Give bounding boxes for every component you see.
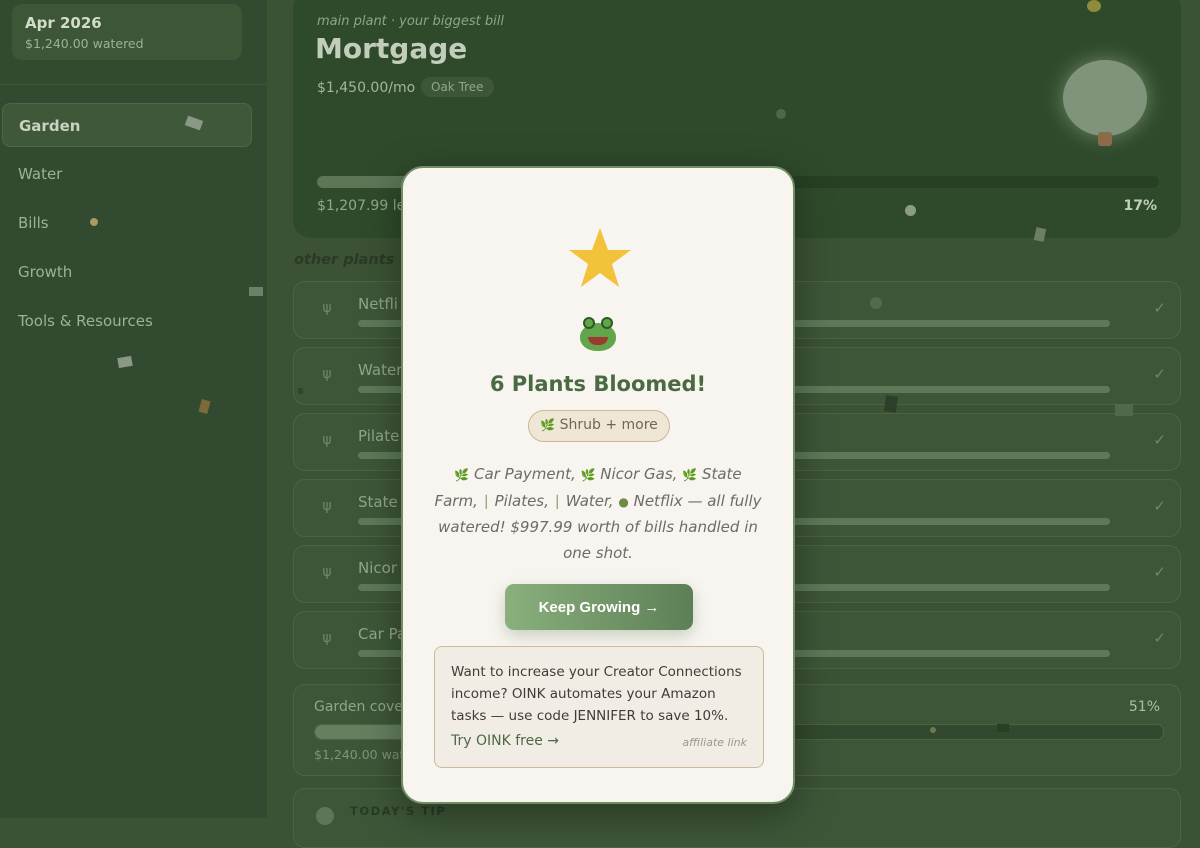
coverage-watered: $1,240.00 wat	[314, 747, 405, 762]
shrub-icon: 🌿	[580, 468, 596, 482]
plant-name: Pilate	[358, 427, 400, 445]
confetti-piece	[298, 388, 303, 394]
plant-name: Netflix	[633, 491, 683, 510]
plant-name: Pilates,	[494, 491, 549, 510]
sprout-icon: ψ	[322, 300, 332, 316]
oak-tree-icon	[1059, 52, 1149, 152]
plant-type-badge: Oak Tree	[421, 77, 494, 97]
shrub-icon: 🌿	[540, 418, 556, 432]
frog-icon	[403, 317, 793, 358]
confetti-piece	[883, 395, 899, 413]
confetti-piece	[249, 287, 263, 296]
keep-growing-button[interactable]: Keep Growing →	[505, 584, 693, 630]
check-icon: ✓	[1153, 629, 1166, 647]
badge-label: Shrub + more	[559, 417, 658, 433]
sidebar-divider	[0, 84, 267, 85]
plant-name: State	[358, 493, 398, 511]
star-icon	[569, 228, 631, 287]
tip-icon	[316, 807, 334, 825]
check-icon: ✓	[1153, 299, 1166, 317]
confetti-piece	[905, 205, 916, 216]
nav-bills[interactable]: Bills	[2, 201, 252, 245]
confetti-piece	[1087, 0, 1101, 12]
sprout-icon: ψ	[322, 366, 332, 382]
sapling-icon: │	[482, 494, 490, 509]
month-title: Apr 2026	[25, 14, 102, 32]
shrub-badge: 🌿 Shrub + more	[528, 410, 670, 442]
confetti-piece	[90, 218, 98, 226]
nav-tools-resources[interactable]: Tools & Resources	[2, 299, 252, 343]
affiliate-card: Want to increase your Creator Connection…	[434, 646, 764, 768]
check-icon: ✓	[1153, 497, 1166, 515]
nav-growth[interactable]: Growth	[2, 250, 252, 294]
bloom-celebration-modal: 6 Plants Bloomed! 🌿 Shrub + more 🌿 Car P…	[401, 166, 795, 804]
plant-name: Netfli	[358, 295, 398, 313]
check-icon: ✓	[1153, 563, 1166, 581]
affiliate-tag: affiliate link	[682, 736, 747, 749]
shrub-icon: 🌿	[682, 468, 698, 482]
hero-percent: 17%	[1123, 198, 1157, 214]
tree-icon: ●	[618, 494, 629, 509]
modal-description: 🌿 Car Payment, 🌿 Nicor Gas, 🌿 State Farm…	[433, 462, 763, 566]
coverage-percent: 51%	[1128, 699, 1160, 715]
sapling-icon: │	[553, 494, 561, 509]
confetti-piece	[1115, 404, 1133, 416]
confetti-piece	[930, 727, 936, 733]
plant-name: Water	[358, 361, 403, 379]
plant-name: Nicor Gas,	[600, 465, 678, 483]
hero-amount: $1,450.00/mo	[317, 80, 416, 96]
try-oink-link[interactable]: Try OINK free →	[451, 733, 559, 749]
modal-title: 6 Plants Bloomed!	[489, 372, 707, 396]
sprout-icon: ψ	[322, 564, 332, 580]
confetti-piece	[776, 109, 786, 119]
confetti-piece	[870, 297, 882, 309]
plant-name: Car Payment,	[474, 465, 576, 483]
plant-name: Nicor	[358, 559, 397, 577]
sidebar: Apr 2026 $1,240.00 watered Garden Water …	[0, 0, 267, 818]
sprout-icon: ψ	[322, 498, 332, 514]
check-icon: ✓	[1153, 365, 1166, 383]
tip-label: TODAY'S TIP	[350, 804, 447, 818]
month-watered: $1,240.00 watered	[25, 36, 144, 51]
sprout-icon: ψ	[322, 630, 332, 646]
coverage-label: Garden cover	[314, 699, 409, 715]
plant-name: Car Pa	[358, 625, 407, 643]
confetti-piece	[997, 724, 1009, 732]
affiliate-text: Want to increase your Creator Connection…	[451, 664, 742, 724]
check-icon: ✓	[1153, 431, 1166, 449]
nav-garden[interactable]: Garden	[2, 103, 252, 147]
plant-name: Water,	[565, 491, 614, 510]
hero-title: Mortgage	[315, 32, 468, 65]
month-summary-card: Apr 2026 $1,240.00 watered	[12, 4, 242, 60]
other-plants-heading: other plants	[294, 252, 395, 268]
sprout-icon: ψ	[322, 432, 332, 448]
hero-remaining: $1,207.99 le	[317, 198, 406, 214]
hero-kicker: main plant · your biggest bill	[317, 14, 504, 29]
shrub-icon: 🌿	[454, 468, 470, 482]
nav-water[interactable]: Water	[2, 152, 252, 196]
